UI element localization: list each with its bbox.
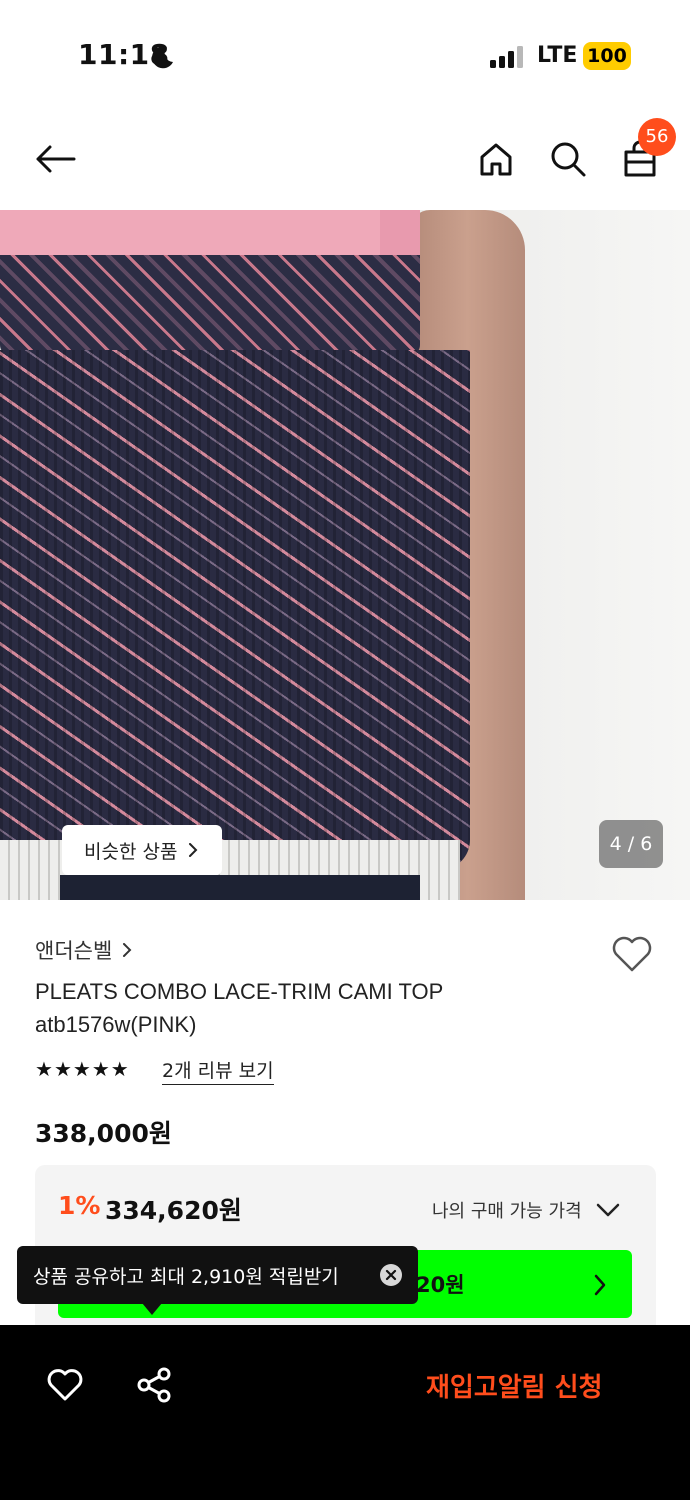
heart-icon: [612, 936, 652, 972]
search-icon: [551, 142, 586, 177]
star-icon: ★: [72, 1057, 91, 1081]
image-counter: 4 / 6: [599, 820, 663, 868]
star-icon: ★: [53, 1057, 72, 1081]
battery-indicator: 100: [583, 42, 631, 70]
bottom-action-bar: 재입고알림 신청: [0, 1325, 690, 1500]
restock-alert-button[interactable]: 재입고알림 신청: [426, 1367, 603, 1404]
chevron-right-icon: [189, 843, 198, 857]
bottom-wishlist-button[interactable]: [45, 1365, 85, 1405]
similar-products-label: 비슷한 상품: [84, 840, 178, 863]
share-icon: [137, 1367, 171, 1403]
star-icon: ★: [91, 1057, 110, 1081]
product-image-gallery[interactable]: 비슷한 상품 4 / 6: [0, 210, 690, 900]
search-button[interactable]: [543, 134, 593, 184]
discount-percent: 1%: [58, 1191, 101, 1220]
sale-price: 334,620원: [105, 1196, 242, 1225]
coupon-button-text: 20원: [416, 1273, 465, 1297]
product-title: PLEATS COMBO LACE-TRIM CAMI TOP atb1576w…: [35, 979, 443, 1037]
brand-link[interactable]: 앤더슨벨: [35, 935, 132, 965]
wishlist-button[interactable]: [608, 930, 656, 978]
rating-stars: ★ ★ ★ ★ ★: [35, 1058, 129, 1080]
moon-icon: [152, 46, 173, 69]
brand-name: 앤더슨벨: [35, 939, 113, 963]
toast-close-button[interactable]: [380, 1264, 402, 1286]
network-label: LTE: [537, 43, 578, 68]
share-button[interactable]: [134, 1365, 174, 1405]
image-jeans: [60, 875, 420, 900]
my-price-label: 나의 구매 가능 가격: [432, 1201, 582, 1222]
share-reward-toast: 상품 공유하고 최대 2,910원 적립받기: [17, 1246, 418, 1304]
chevron-down-icon: [596, 1203, 619, 1217]
similar-products-button[interactable]: 비슷한 상품: [62, 825, 222, 875]
star-icon: ★: [110, 1057, 129, 1081]
chevron-right-icon: [594, 1274, 606, 1296]
back-button[interactable]: [30, 134, 80, 184]
cart-count-badge: 56: [638, 118, 676, 156]
toast-message: 상품 공유하고 최대 2,910원 적립받기: [33, 1265, 339, 1288]
toast-pointer: [142, 1303, 162, 1315]
image-pleated-plaid: [0, 350, 470, 870]
top-nav: [0, 110, 690, 210]
image-ruffle: [0, 255, 420, 355]
original-price: 338,000원: [35, 1119, 172, 1148]
star-icon: ★: [35, 1057, 53, 1081]
status-bar: 11:18 LTE 100: [0, 0, 690, 110]
home-button[interactable]: [471, 134, 521, 184]
review-link[interactable]: 2개 리뷰 보기: [162, 1056, 274, 1085]
chevron-right-icon: [123, 943, 132, 957]
close-icon: [385, 1269, 397, 1281]
my-price-toggle[interactable]: 나의 구매 가능 가격: [432, 1197, 620, 1223]
signal-icon: [490, 46, 523, 68]
heart-icon: [47, 1369, 83, 1401]
arrow-left-icon: [36, 145, 76, 173]
home-icon: [480, 143, 512, 176]
